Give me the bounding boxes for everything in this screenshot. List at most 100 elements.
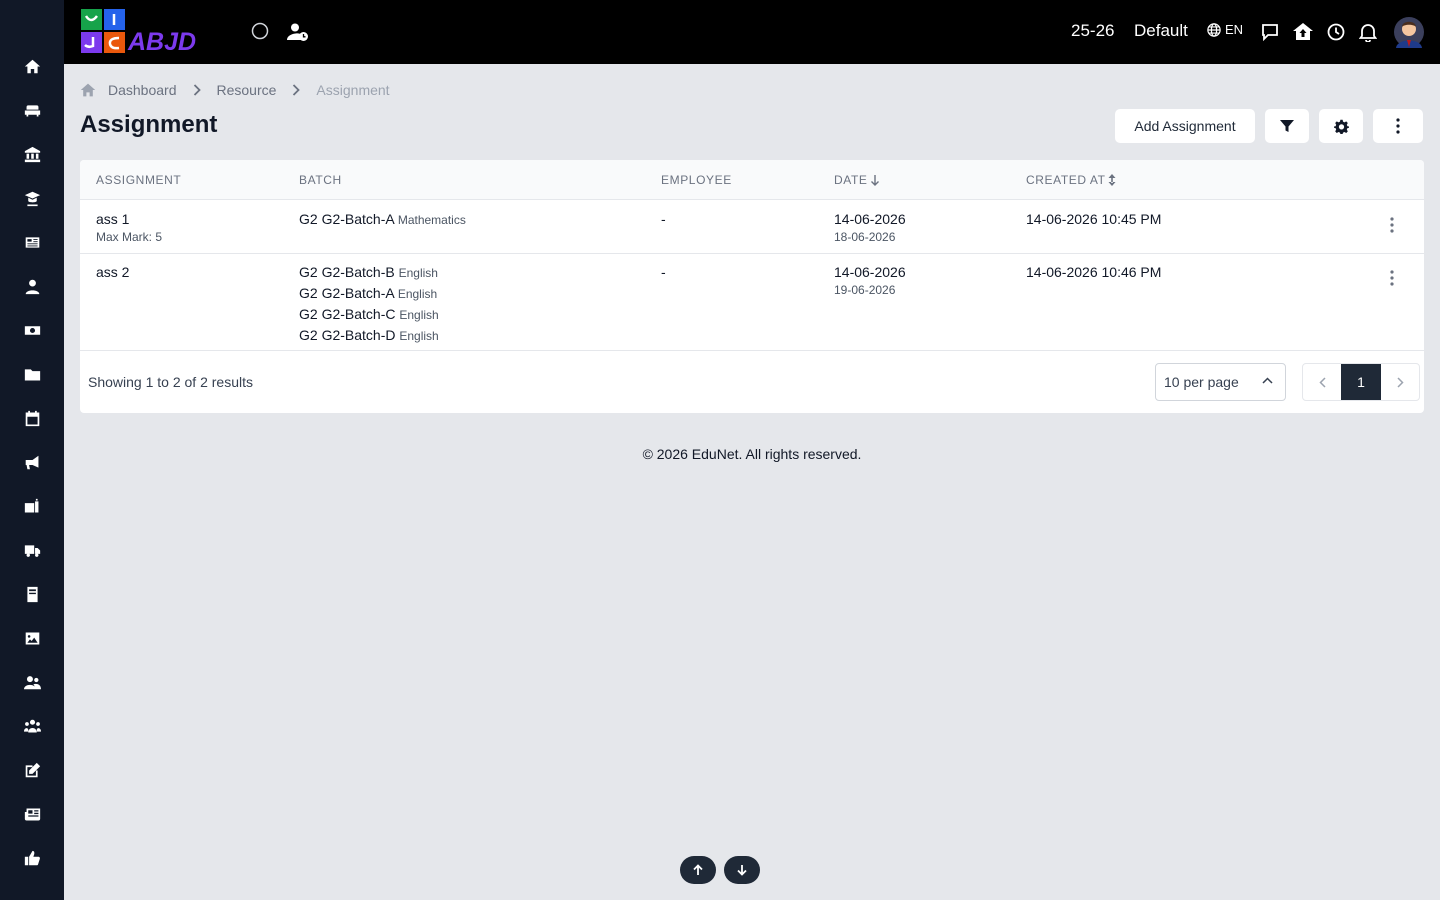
max-mark: Max Mark: 5 [96,230,163,244]
breadcrumb-assignment: Assignment [316,82,390,98]
breadcrumb: Dashboard Resource Assignment [80,80,390,100]
users-icon[interactable] [22,672,42,692]
home-icon[interactable] [22,56,42,76]
chevron-right-icon [1396,376,1404,388]
newspaper-icon[interactable] [22,232,42,252]
home-upload-icon[interactable] [1292,21,1314,43]
assignment-title[interactable]: ass 2 [96,264,129,280]
group-icon[interactable] [22,716,42,736]
assign-date: 14-06-2026 [834,264,906,280]
graduation-icon[interactable] [22,188,42,208]
next-page-button[interactable] [1381,364,1419,400]
page-title: Assignment [80,111,218,138]
date-cell: 14-06-2026 18-06-2026 [834,211,906,244]
arrow-down-icon [737,865,747,876]
money-icon[interactable] [22,320,42,340]
sofa-icon[interactable] [22,100,42,120]
sign-icon[interactable] [22,496,42,516]
image-icon[interactable] [22,628,42,648]
session-label[interactable]: 25-26 [1071,21,1114,41]
prev-page-button[interactable] [1303,364,1341,400]
batch-subject: English [399,329,439,343]
assignment-table-card: ASSIGNMENT BATCH EMPLOYEE DATE CREATED A… [80,160,1424,413]
chevron-right-icon [292,84,301,96]
row-actions-button[interactable] [1386,215,1398,235]
header-created-at[interactable]: CREATED AT [1026,173,1116,187]
table-row[interactable]: ass 2 G2 G2-Batch-B English G2 G2-Batch-… [80,254,1424,351]
kebab-menu-icon [1390,270,1394,286]
svg-text:ABJD: ABJD [127,28,196,56]
edit-icon[interactable] [22,760,42,780]
per-page-select[interactable]: 10 per page [1155,363,1286,401]
table-header: ASSIGNMENT BATCH EMPLOYEE DATE CREATED A… [80,160,1424,200]
created-at-cell: 14-06-2026 10:45 PM [1026,211,1162,227]
header-date[interactable]: DATE [834,173,880,187]
book-icon[interactable] [22,584,42,604]
folder-icon[interactable] [22,364,42,384]
batch-name: G2 G2-Batch-A [299,211,394,227]
language-label: EN [1225,22,1244,37]
due-date: 18-06-2026 [834,230,896,244]
batch-line: G2 G2-Batch-C English [299,304,439,325]
user-clock-icon[interactable] [286,21,310,43]
assignment-title[interactable]: ass 1 [96,211,162,227]
batch-name: G2 G2-Batch-C [299,306,396,322]
batch-cell: G2 G2-Batch-A Mathematics [299,209,466,230]
batch-line: G2 G2-Batch-B English [299,262,439,283]
settings-button[interactable] [1318,108,1364,144]
due-date: 19-06-2026 [834,283,896,297]
assignment-cell: ass 1 Max Mark: 5 [96,211,162,244]
person-icon[interactable] [22,276,42,296]
page-1-button[interactable]: 1 [1341,364,1381,400]
kebab-menu-icon [1390,217,1394,233]
header-employee: EMPLOYEE [661,173,732,187]
bell-icon[interactable] [1358,21,1378,43]
thumbs-up-icon[interactable] [22,848,42,868]
employee-cell: - [661,211,666,227]
chat-icon[interactable] [1260,22,1280,42]
top-bar: ABJD 25-26 Default EN [64,0,1440,64]
language-selector[interactable]: EN [1207,22,1243,37]
chevron-left-icon [1318,376,1326,388]
more-options-button[interactable] [1372,108,1424,144]
batch-subject: English [397,287,438,301]
batch-subject: English [399,308,439,322]
batch-name: G2 G2-Batch-A [299,285,394,301]
home-icon[interactable] [80,82,96,98]
kebab-menu-icon [1396,118,1400,134]
arrow-up-icon [693,864,703,875]
history-clock-icon[interactable] [1326,22,1346,42]
breadcrumb-resource[interactable]: Resource [217,82,277,98]
user-avatar[interactable] [1394,16,1424,48]
row-actions-button[interactable] [1386,268,1398,288]
assignment-cell: ass 2 [96,264,129,280]
profile-label[interactable]: Default [1134,21,1188,41]
table-row[interactable]: ass 1 Max Mark: 5 G2 G2-Batch-A Mathemat… [80,200,1424,254]
filter-button[interactable] [1264,108,1310,144]
batch-subject: Mathematics [397,213,466,227]
header-created-at-label: CREATED AT [1026,173,1106,187]
created-at-cell: 14-06-2026 10:46 PM [1026,264,1162,280]
copyright-text: © 2026 EduNet. All rights reserved. [642,446,862,462]
assign-date: 14-06-2026 [834,211,906,227]
batch-line: G2 G2-Batch-A English [299,283,439,304]
abjd-logo[interactable]: ABJD [80,8,226,56]
batch-name: G2 G2-Batch-B [299,264,395,280]
batch-cell: G2 G2-Batch-B English G2 G2-Batch-A Engl… [299,262,439,346]
chevron-right-icon [193,84,201,96]
truck-icon[interactable] [22,540,42,560]
filter-icon [1280,120,1294,132]
gear-icon [1333,119,1349,134]
header-assignment: ASSIGNMENT [96,173,182,187]
bank-icon[interactable] [22,144,42,164]
scroll-up-button[interactable] [680,856,716,884]
breadcrumb-dashboard[interactable]: Dashboard [108,82,177,98]
calendar-icon[interactable] [22,408,42,428]
date-cell: 14-06-2026 19-06-2026 [834,264,906,297]
news-icon[interactable] [22,804,42,824]
add-assignment-button[interactable]: Add Assignment [1114,108,1256,144]
scroll-down-button[interactable] [724,856,760,884]
results-summary: Showing 1 to 2 of 2 results [88,374,253,390]
batch-line: G2 G2-Batch-D English [299,325,439,346]
sort-down-icon [870,175,879,186]
